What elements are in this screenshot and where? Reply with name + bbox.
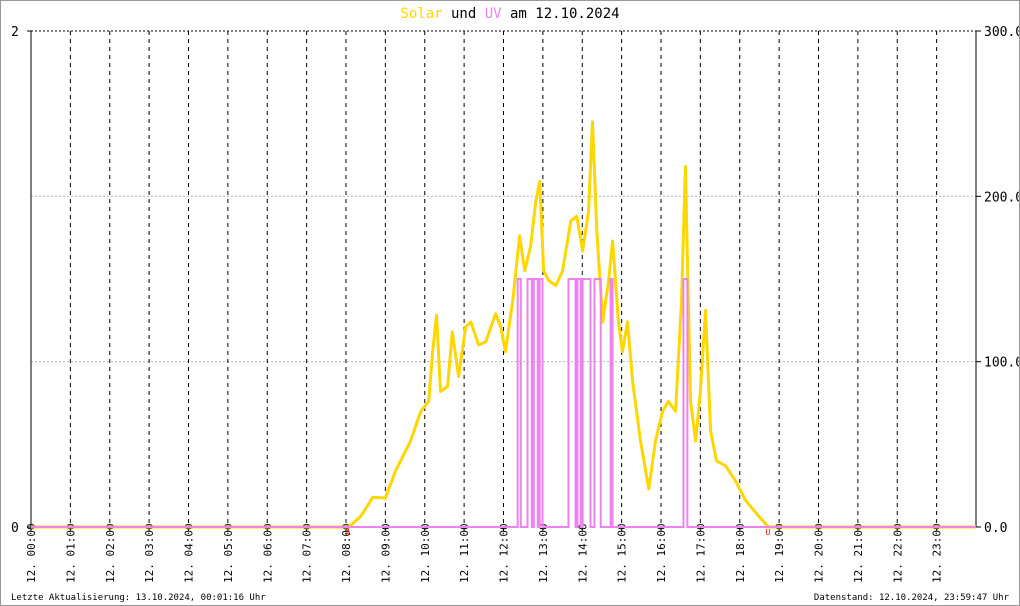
left-tick-label: 0 <box>11 521 19 536</box>
right-tick-label: 200.0 <box>984 190 1019 205</box>
right-tick-label: 0.0 <box>984 521 1007 536</box>
x-tick-label: 12. 13:00 <box>537 523 550 583</box>
x-tick-label: 12. 06:00 <box>261 523 274 583</box>
right-tick-label: 300.0 <box>984 25 1019 40</box>
sun-marker-u: U <box>765 528 770 537</box>
chart-plot: 0.0 100.0 200.0 300.0 12. 00:00 12. 01:00 12. … <box>11 25 1019 583</box>
x-tick-label: 12. 20:00 <box>813 523 826 583</box>
x-tick-label: 12. 17:00 <box>694 523 707 583</box>
right-tick-label: 100.0 <box>984 356 1019 371</box>
x-tick-label: 12. 07:00 <box>301 523 314 583</box>
x-tick-label: 12. 09:00 <box>379 523 392 583</box>
x-tick-label: 12. 10:00 <box>419 523 432 583</box>
x-tick-label: 12. 23:00 <box>931 523 944 583</box>
x-tick-label: 12. 01:00 <box>64 523 77 583</box>
x-tick-label: 12. 15:00 <box>616 523 629 583</box>
x-tick-label: 12. 03:00 <box>143 523 156 583</box>
left-tick-label: 2 <box>11 25 19 40</box>
x-tick-label: 12. 02:00 <box>104 523 117 583</box>
x-tick-label: 12. 22:00 <box>891 523 904 583</box>
x-tick-label: 12. 18:00 <box>734 523 747 583</box>
x-tick-label: 12. 11:00 <box>458 523 471 583</box>
x-tick-label: 12. 04:00 <box>183 523 196 583</box>
x-tick-label: 12. 19:00 <box>773 523 786 583</box>
footer-last-update: Letzte Aktualisierung: 13.10.2024, 00:01… <box>11 593 266 603</box>
x-tick-label: 12. 00:00 <box>25 523 38 583</box>
x-tick-label: 12. 16:00 <box>655 523 668 583</box>
x-tick-label: 12. 05:00 <box>222 523 235 583</box>
x-tick-label: 12. 12:00 <box>498 523 511 583</box>
chart-container: Solar und UV am 12.10.2024 0.0100.0200.0… <box>0 0 1020 606</box>
sun-marker-a: A <box>346 528 351 537</box>
x-tick-label: 12. 21:00 <box>852 523 865 583</box>
x-tick-label: 12. 14:00 <box>576 523 589 583</box>
footer-data-status: Datenstand: 12.10.2024, 23:59:47 Uhr <box>813 593 1009 603</box>
